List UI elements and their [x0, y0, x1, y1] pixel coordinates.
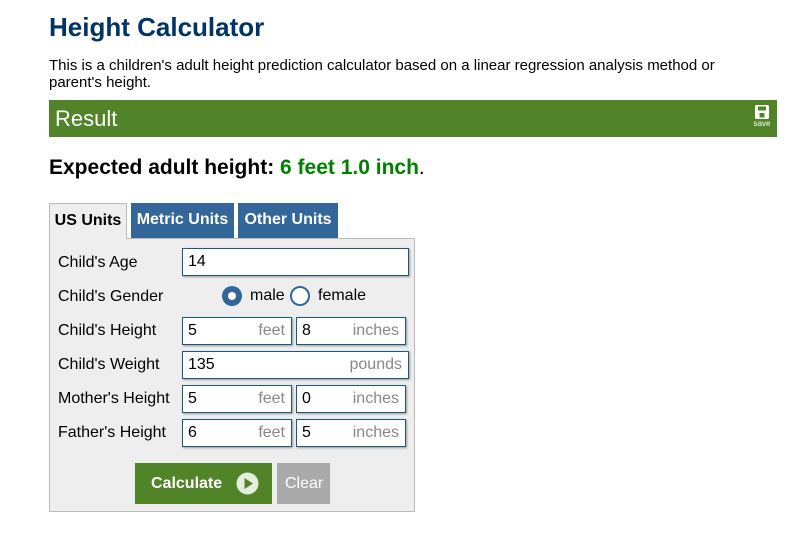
feet-unit: feet: [258, 424, 285, 441]
gender-female-radio[interactable]: [290, 286, 310, 306]
inches-unit: inches: [352, 424, 399, 441]
pounds-unit: pounds: [349, 356, 403, 373]
result-header-bar: Result save: [49, 100, 777, 137]
calculator-form: Child's Age 14 Child's Gender male femal…: [49, 238, 415, 512]
child-height-label: Child's Height: [58, 322, 157, 339]
child-height-feet-input[interactable]: 5 feet: [182, 317, 292, 345]
child-weight-value: 135: [188, 356, 215, 373]
inches-unit: inches: [352, 390, 399, 407]
gender-male-label[interactable]: male: [250, 286, 285, 306]
father-height-inches-value: 5: [302, 424, 311, 441]
save-icon: [755, 105, 769, 119]
clear-button[interactable]: Clear: [277, 463, 330, 504]
save-button[interactable]: save: [751, 105, 773, 128]
intro-text: This is a children's adult height predic…: [49, 57, 715, 91]
gender-male-radio[interactable]: [222, 286, 242, 306]
result-title: Result: [55, 106, 118, 131]
feet-unit: feet: [258, 390, 285, 407]
tab-other-units[interactable]: Other Units: [238, 203, 338, 238]
inches-unit: inches: [352, 322, 399, 339]
mother-height-label: Mother's Height: [58, 390, 170, 407]
expected-height-value: 6 feet 1.0 inch: [280, 156, 419, 179]
mother-height-feet-value: 5: [188, 390, 197, 407]
tab-us-units[interactable]: US Units: [49, 203, 127, 239]
father-height-feet-value: 6: [188, 424, 197, 441]
clear-label: Clear: [285, 475, 324, 492]
child-weight-input[interactable]: 135 pounds: [182, 351, 409, 379]
mother-height-inches-value: 0: [302, 390, 311, 407]
age-label: Child's Age: [58, 254, 138, 271]
feet-unit: feet: [258, 322, 285, 339]
father-height-label: Father's Height: [58, 424, 166, 441]
page-title: Height Calculator: [49, 12, 265, 42]
mother-height-inches-input[interactable]: 0 inches: [296, 385, 406, 413]
expected-height-period: .: [418, 156, 425, 179]
gender-female-label[interactable]: female: [318, 286, 366, 306]
mother-height-feet-input[interactable]: 5 feet: [182, 385, 292, 413]
play-icon: [236, 472, 259, 495]
child-height-feet-value: 5: [188, 322, 197, 339]
tab-metric-units[interactable]: Metric Units: [131, 203, 234, 238]
child-height-inches-input[interactable]: 8 inches: [296, 317, 406, 345]
save-label: save: [753, 119, 771, 128]
child-height-inches-value: 8: [302, 322, 311, 339]
page: Height Calculator This is a children's a…: [0, 0, 796, 549]
father-height-feet-input[interactable]: 6 feet: [182, 419, 292, 447]
age-value: 14: [188, 253, 206, 270]
calculate-label: Calculate: [151, 475, 223, 492]
child-weight-label: Child's Weight: [58, 356, 160, 373]
gender-label: Child's Gender: [58, 288, 164, 305]
father-height-inches-input[interactable]: 5 inches: [296, 419, 406, 447]
expected-height: Expected adult height: 6 feet 1.0 inch.: [49, 155, 425, 181]
expected-height-label: Expected adult height:: [49, 156, 275, 179]
age-input[interactable]: 14: [182, 248, 409, 276]
calculate-button[interactable]: Calculate: [135, 463, 272, 504]
